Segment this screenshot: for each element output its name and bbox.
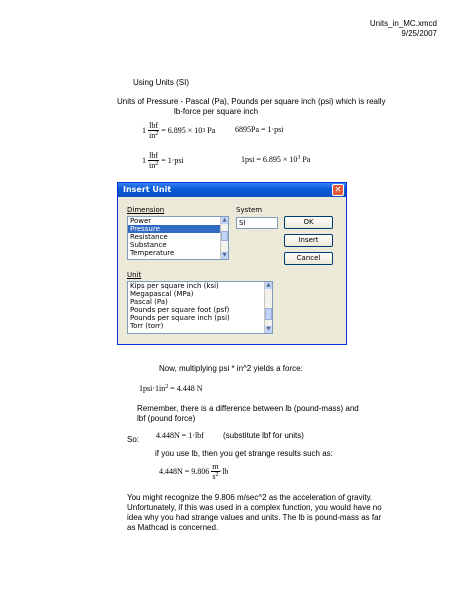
scroll-down-icon[interactable]: ▼ — [265, 326, 272, 333]
scroll-thumb[interactable] — [265, 308, 272, 320]
equation-gravity: 4.448N = 9.806 m s2 ·lb — [159, 462, 229, 481]
list-item[interactable]: Resistance — [128, 233, 228, 241]
list-item[interactable]: Pounds per square inch (psi) — [128, 314, 272, 322]
system-label: System — [236, 206, 263, 214]
remember-line2: lbf (pound force) — [137, 414, 196, 423]
list-item-selected[interactable]: Pressure — [128, 225, 228, 233]
equation-lbf-pa: 1 lbf in2 = 6.895 × 10 3 Pa — [142, 121, 216, 140]
list-item[interactable]: Pascal (Pa) — [128, 298, 272, 306]
ok-button[interactable]: OK — [284, 216, 333, 229]
closing-line: as Mathcad is concerned. — [127, 523, 219, 532]
list-item[interactable]: Temperature — [128, 249, 228, 257]
scroll-down-icon[interactable]: ▼ — [221, 252, 228, 259]
insert-button[interactable]: Insert — [284, 234, 333, 247]
section-title: Using Units (SI) — [133, 78, 190, 87]
cancel-button[interactable]: Cancel — [284, 252, 333, 265]
unit-label: Unit — [127, 271, 142, 279]
equation-lbf-psi: 1 lbf in2 = 1·psi — [142, 151, 184, 170]
list-item[interactable]: Pounds per square foot (psf) — [128, 306, 272, 314]
list-item[interactable]: Kips per square inch (ksi) — [128, 282, 272, 290]
file-name: Units_in_MC.xmcd — [369, 19, 437, 28]
list-item[interactable]: Power — [128, 217, 228, 225]
scroll-up-icon[interactable]: ▲ — [221, 217, 228, 224]
dimension-list[interactable]: Power Pressure Resistance Substance Temp… — [127, 216, 229, 260]
list-item[interactable]: Megapascal (MPa) — [128, 290, 272, 298]
equation-newton-lbf: 4.448N = 1·lbf — [156, 431, 204, 440]
equation-psi-pa: 1psi = 6.895 × 103 Pa — [241, 155, 311, 164]
equation-pa-psi: 6895Pa = 1·psi — [235, 125, 284, 134]
pressure-text-line2: lb-force per square inch — [174, 107, 259, 116]
closing-paragraph: You might recognize the 9.806 m/sec^2 as… — [127, 493, 382, 533]
list-item[interactable]: Substance — [128, 241, 228, 249]
equation-force: 1psi·1in2 = 4.448 N — [139, 384, 203, 393]
force-text: Now, multiplying psi * in^2 yields a for… — [159, 364, 303, 373]
system-field[interactable]: SI — [236, 217, 278, 229]
closing-line: You might recognize the 9.806 m/sec^2 as… — [127, 493, 373, 502]
dimension-scrollbar[interactable]: ▲ ▼ — [220, 217, 228, 259]
dimension-label: Dimension — [127, 206, 165, 214]
scroll-up-icon[interactable]: ▲ — [265, 282, 272, 289]
file-date: 9/25/2007 — [401, 29, 437, 38]
substitute-note: (substitute lbf for units) — [223, 431, 304, 440]
insert-unit-dialog: Insert Unit ✕ Dimension System Power Pre… — [117, 182, 347, 345]
so-label: So: — [127, 435, 140, 444]
unit-list[interactable]: Kips per square inch (ksi) Megapascal (M… — [127, 281, 273, 334]
scroll-thumb[interactable] — [221, 231, 228, 241]
remember-line1: Remember, there is a difference between … — [137, 404, 359, 413]
closing-line: Unfortunately, if this was used in a com… — [127, 503, 382, 512]
pressure-text-line1: Units of Pressure - Pascal (Pa), Pounds … — [117, 97, 386, 106]
list-item[interactable]: Torr (torr) — [128, 322, 272, 330]
if-text: if you use lb, then you get strange resu… — [155, 449, 333, 458]
closing-line: idea why you had strange values and unit… — [127, 513, 382, 522]
close-icon[interactable]: ✕ — [332, 184, 344, 196]
unit-scrollbar[interactable]: ▲ ▼ — [264, 282, 272, 333]
dialog-title: Insert Unit — [118, 183, 346, 197]
